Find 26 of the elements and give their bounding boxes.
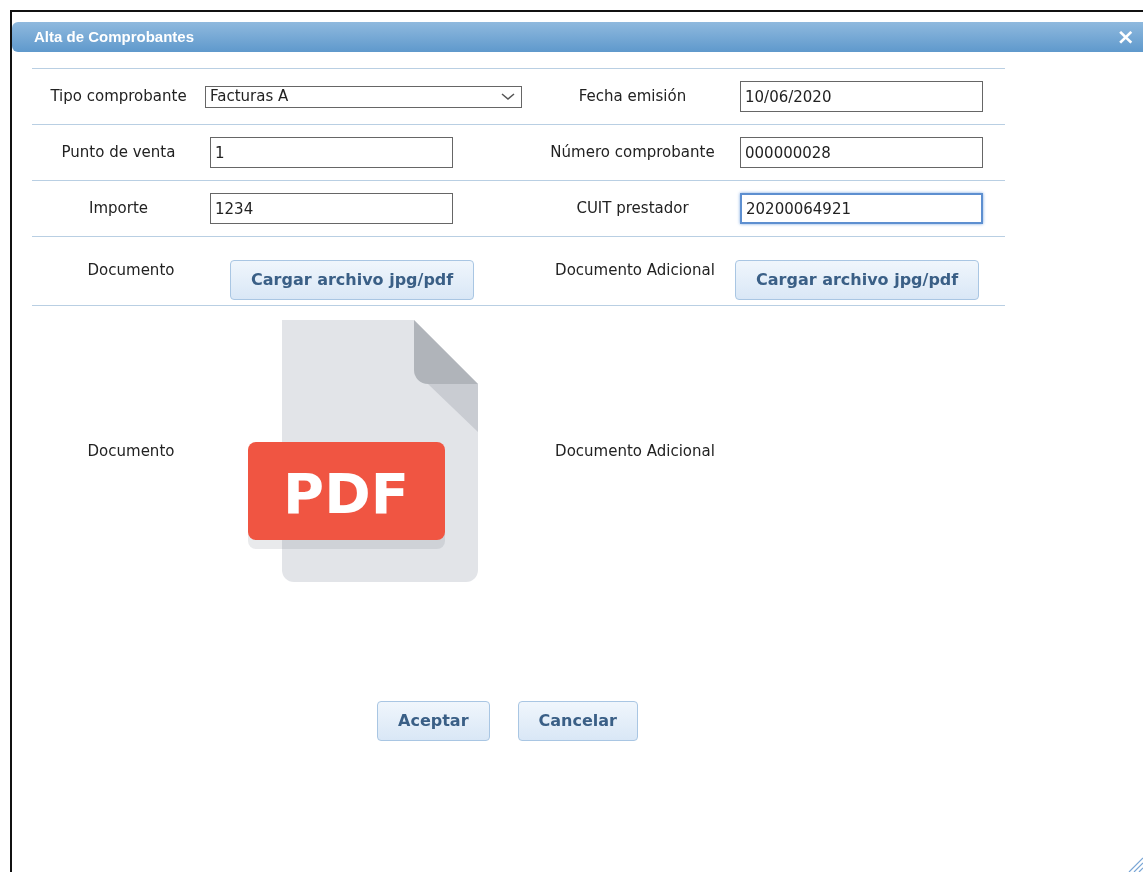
resize-grip-icon: [1127, 856, 1143, 872]
field-label: CUIT prestador: [575, 198, 690, 220]
field-label: Documento: [86, 260, 176, 281]
input-field[interactable]: 10/06/2020: [740, 81, 983, 112]
field-label: Punto de venta: [60, 142, 177, 164]
upload-button[interactable]: Cargar archivo jpg/pdf: [230, 260, 475, 300]
input-field[interactable]: 1234: [210, 193, 453, 224]
field-label: Importe: [88, 198, 149, 220]
file-type-label: PDF: [283, 461, 409, 526]
field-label: Documento Adicional: [554, 260, 716, 281]
field-label: Documento: [86, 440, 176, 462]
field-label: Fecha emisión: [577, 86, 688, 108]
input-field[interactable]: 1: [210, 137, 453, 168]
pdf-file-icon: [248, 320, 478, 582]
dropdown[interactable]: Facturas A: [205, 85, 522, 108]
input-field[interactable]: 20200064921: [740, 193, 983, 224]
field-label: Tipo comprobante: [49, 86, 188, 108]
field-label: Documento Adicional: [554, 440, 716, 462]
dialog-button[interactable]: Aceptar: [377, 701, 490, 741]
dropdown-value: Facturas A: [210, 86, 289, 108]
dialog-button[interactable]: Cancelar: [517, 701, 638, 741]
chevron-down-icon: [501, 92, 515, 101]
window-title: Alta de Comprobantes: [34, 26, 195, 47]
input-field[interactable]: 000000028: [740, 137, 983, 168]
upload-button[interactable]: Cargar archivo jpg/pdf: [735, 260, 980, 300]
field-label: Número comprobante: [549, 142, 716, 164]
